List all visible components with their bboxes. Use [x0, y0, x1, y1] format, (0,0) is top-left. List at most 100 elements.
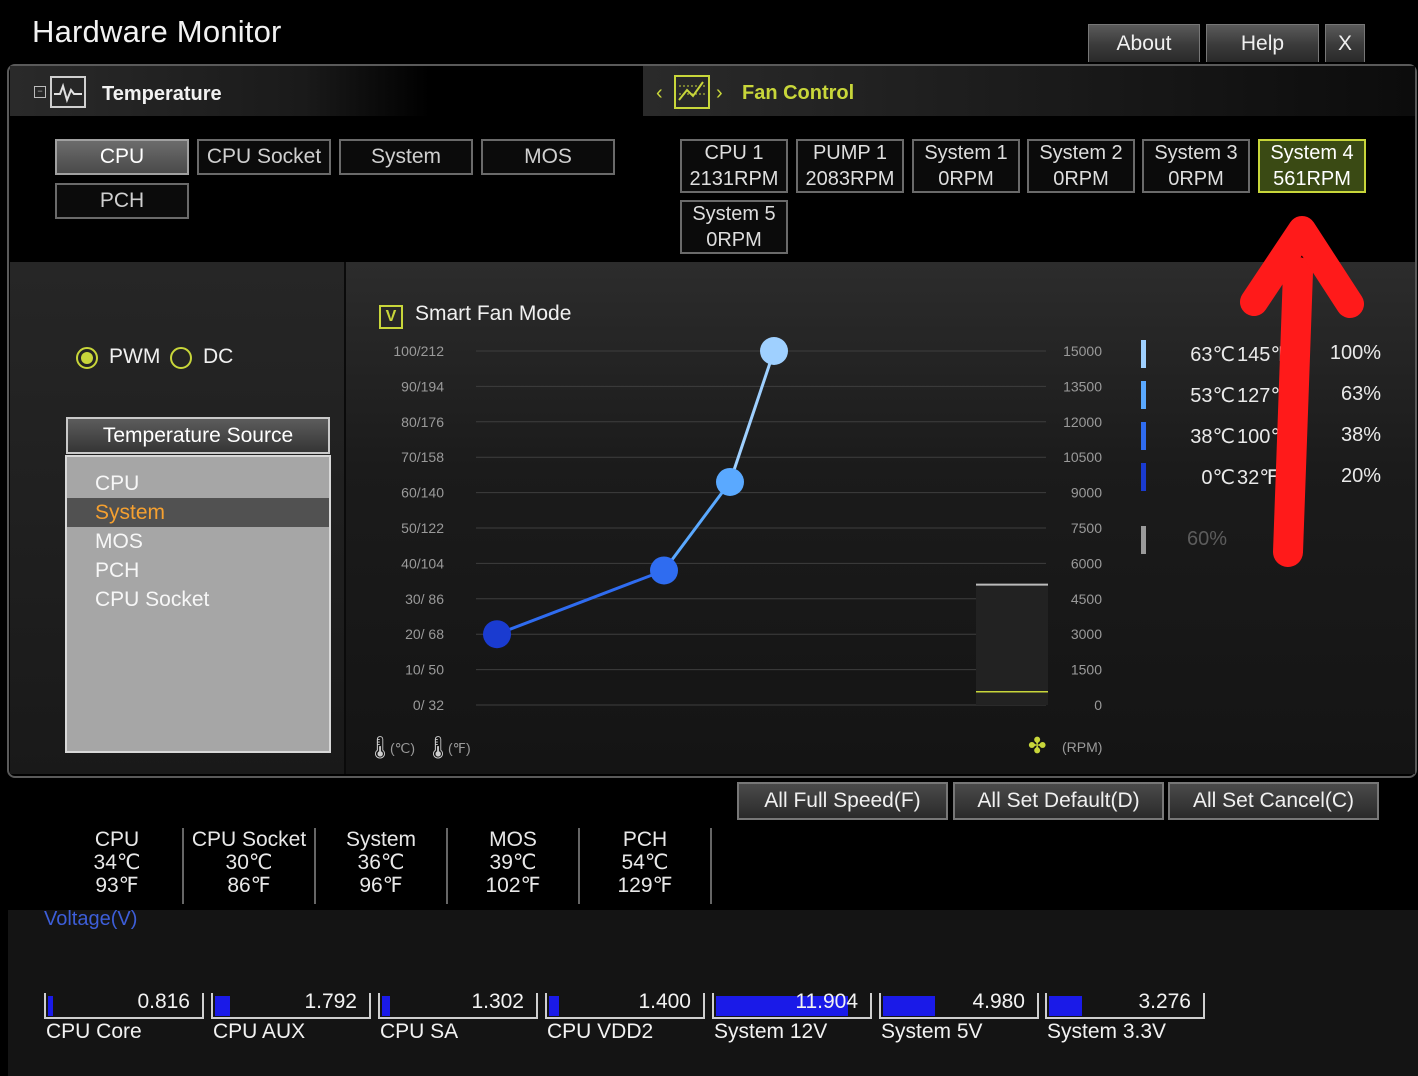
voltage-value: 0.816 [137, 990, 190, 1013]
voltage-bar: 11.904 [712, 990, 872, 1019]
source-item-system[interactable]: System [67, 498, 329, 527]
temp-readout-cpu-socket: CPU Socket 30℃ 86℉ [184, 828, 316, 904]
all-set-default-button[interactable]: All Set Default(D) [953, 782, 1164, 820]
app-title: Hardware Monitor [32, 14, 282, 49]
collapse-icon[interactable]: − [34, 86, 46, 98]
voltage-name: CPU AUX [213, 1020, 306, 1043]
fan-button-cpu1[interactable]: CPU 1 2131RPM [680, 139, 788, 193]
next-arrow-icon[interactable]: › [716, 82, 723, 105]
fan-button-pump1[interactable]: PUMP 1 2083RPM [796, 139, 904, 193]
fan-control-title: Fan Control [742, 82, 855, 104]
voltage-name: CPU Core [46, 1020, 142, 1043]
prev-arrow-icon[interactable]: ‹ [656, 82, 663, 105]
all-set-cancel-button[interactable]: All Set Cancel(C) [1168, 782, 1379, 820]
y-tick-label-left: 20/ 68 [405, 626, 444, 642]
voltage-bar-fill [1049, 996, 1082, 1016]
legend-gray-bar [1141, 526, 1146, 554]
temp-name: PCH [622, 828, 668, 851]
y-tick-label-right: 3000 [1071, 626, 1102, 642]
temp-readout-mos: MOS 39℃ 102℉ [448, 828, 580, 904]
legend-color-bar [1141, 463, 1146, 491]
voltage-bar: 1.792 [211, 990, 371, 1019]
source-item-mos[interactable]: MOS [67, 527, 329, 556]
temp-fahrenheit: 102℉ [485, 874, 541, 897]
fan-button-system4[interactable]: System 4 561RPM [1258, 139, 1366, 193]
y-tick-label-right: 13500 [1063, 378, 1102, 394]
temp-celsius: 54℃ [621, 851, 669, 874]
fan-rpm: 0RPM [1053, 168, 1109, 190]
temp-readout-pch: PCH 54℃ 129℉ [580, 828, 712, 904]
fan-button-system3[interactable]: System 3 0RPM [1142, 139, 1250, 193]
temp-name: CPU [94, 828, 140, 851]
y-tick-label-right: 10500 [1063, 449, 1102, 465]
tab-system[interactable]: System [339, 139, 473, 175]
fan-rpm: 2083RPM [805, 168, 895, 190]
fan-button-system5[interactable]: System 5 0RPM [680, 200, 788, 254]
tab-cpu[interactable]: CPU [55, 139, 189, 175]
dc-radio[interactable] [170, 347, 192, 369]
fan-rpm: 561RPM [1273, 168, 1351, 190]
celsius-unit-label: (℃) [390, 740, 415, 756]
curve-point[interactable] [483, 620, 511, 649]
temp-celsius: 34℃ [93, 851, 141, 874]
fan-rpm: 0RPM [1168, 168, 1224, 190]
source-item-cpu[interactable]: CPU [67, 469, 329, 498]
fan-rpm: 0RPM [706, 229, 762, 251]
y-tick-label-left: 60/140 [401, 485, 444, 501]
voltage-value: 3.276 [1138, 990, 1191, 1013]
temperature-section-title: Temperature [102, 83, 222, 105]
temp-name: CPU Socket [191, 828, 307, 851]
all-full-speed-button[interactable]: All Full Speed(F) [737, 782, 948, 820]
temp-celsius: 39℃ [489, 851, 537, 874]
pwm-label: PWM [109, 345, 161, 368]
voltage-value: 1.302 [471, 990, 524, 1013]
fahrenheit-unit-label: (℉) [448, 740, 471, 756]
curve-segment [496, 569, 665, 636]
fan-rpm: 0RPM [938, 168, 994, 190]
temp-name: System [345, 828, 416, 851]
legend-color-bar [1141, 422, 1146, 450]
y-tick-label-left: 0/ 32 [413, 697, 444, 713]
dc-label: DC [203, 345, 234, 368]
fan-name: PUMP 1 [812, 142, 888, 164]
curve-segment [662, 481, 732, 572]
legend-temp-c: 38℃ [1190, 426, 1235, 448]
temp-celsius: 30℃ [225, 851, 273, 874]
curve-point[interactable] [716, 467, 744, 496]
temperature-source-list[interactable]: CPU System MOS PCH CPU Socket [65, 455, 331, 753]
voltage-bar-fill [382, 996, 390, 1016]
voltage-bar-fill [215, 996, 230, 1016]
y-tick-label-left: 30/ 86 [405, 591, 444, 607]
curve-point[interactable] [650, 556, 678, 585]
annotation-arrow-icon [1240, 216, 1364, 567]
temp-name: MOS [489, 828, 537, 851]
fan-name: CPU 1 [704, 142, 764, 164]
fan-name: System 2 [1039, 142, 1123, 164]
fan-button-system2[interactable]: System 2 0RPM [1027, 139, 1135, 193]
voltage-name: CPU SA [380, 1020, 459, 1043]
tab-pch[interactable]: PCH [55, 183, 189, 219]
fan-curve-chart[interactable]: 100/212 1500090/194 1350080/176 1200070/158… [360, 335, 1120, 765]
voltage-value: 1.400 [638, 990, 691, 1013]
y-tick-label-right: 4500 [1071, 591, 1102, 607]
legend-extra-value: 60% [1187, 528, 1228, 550]
y-tick-label-left: 100/212 [393, 343, 444, 359]
source-item-pch[interactable]: PCH [67, 556, 329, 585]
fan-name: System 5 [692, 203, 776, 225]
temp-celsius: 36℃ [357, 851, 405, 874]
about-button[interactable]: About [1088, 24, 1200, 62]
y-tick-label-left: 10/ 50 [405, 662, 444, 678]
source-item-cpu-socket[interactable]: CPU Socket [67, 585, 329, 614]
temp-fahrenheit: 86℉ [227, 874, 271, 897]
fan-button-system1[interactable]: System 1 0RPM [912, 139, 1020, 193]
voltage-bar: 1.400 [545, 990, 705, 1019]
tab-mos[interactable]: MOS [481, 139, 615, 175]
smart-fan-checkbox[interactable]: V [379, 305, 403, 329]
curve-point[interactable] [760, 337, 788, 365]
y-tick-label-right: 0 [1094, 697, 1102, 713]
y-tick-label-right: 1500 [1071, 662, 1102, 678]
close-button[interactable]: X [1325, 24, 1365, 62]
help-button[interactable]: Help [1206, 24, 1319, 62]
tab-cpu-socket[interactable]: CPU Socket [197, 139, 331, 175]
pwm-radio[interactable] [76, 347, 98, 369]
